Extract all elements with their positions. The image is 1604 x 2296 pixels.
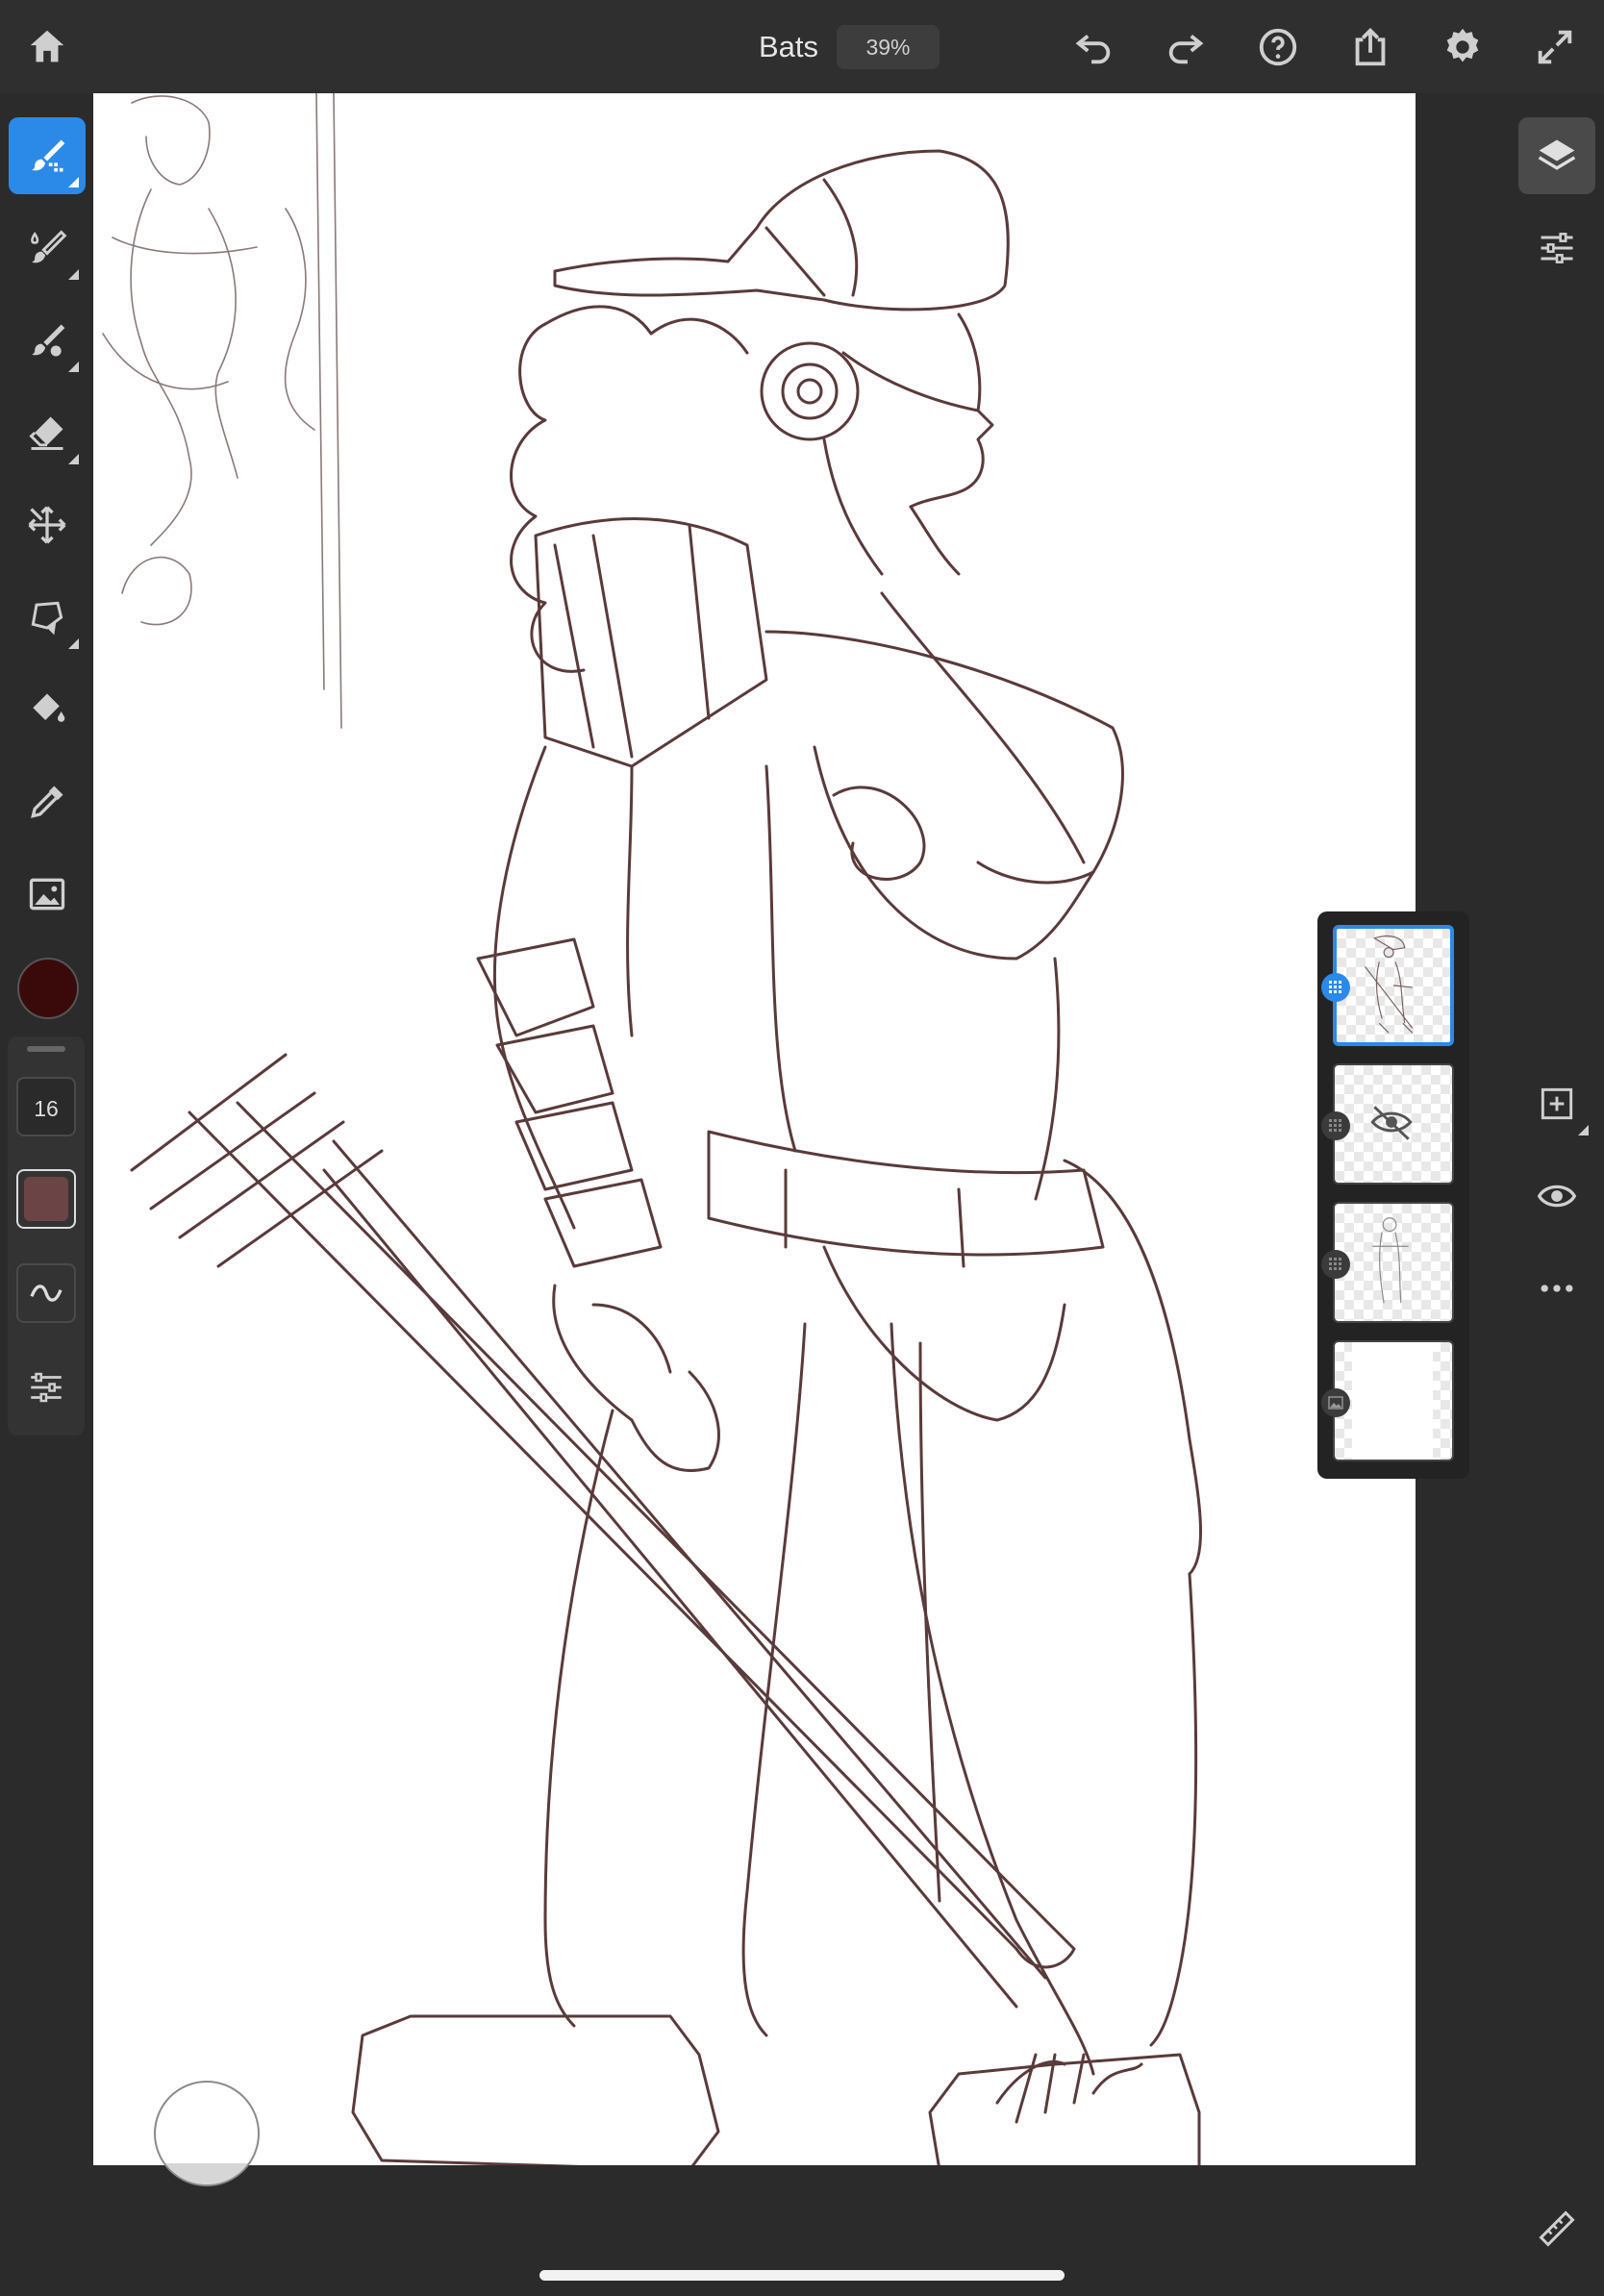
layers-panel	[1317, 911, 1469, 1479]
settings-icon[interactable]	[1433, 17, 1492, 77]
brush-controls-panel: 16	[8, 1036, 85, 1435]
hidden-layer-eye-icon	[1370, 1106, 1413, 1140]
transform-tool[interactable]	[9, 487, 86, 563]
brush-size-control[interactable]: 16	[16, 1077, 76, 1136]
document-title[interactable]: Bats	[731, 23, 846, 71]
layer-thumbnail-4[interactable]	[1333, 1340, 1454, 1461]
layer-preview	[1365, 936, 1414, 1034]
pixel-layer-icon	[1321, 973, 1350, 1002]
redo-icon[interactable]	[1156, 17, 1216, 77]
opacity-swatch	[24, 1177, 68, 1221]
more-options-button[interactable]	[1518, 1250, 1595, 1327]
eyedropper-tool[interactable]	[9, 763, 86, 840]
layer-thumbnail-3[interactable]	[1333, 1202, 1454, 1323]
live-brush-icon	[31, 230, 67, 263]
background-preview	[1352, 1342, 1433, 1460]
top-toolbar: Bats 39%	[0, 0, 1604, 93]
pixel-brush-tool[interactable]	[9, 117, 86, 194]
layer-properties-button[interactable]	[1518, 210, 1595, 287]
layers-icon	[1538, 139, 1576, 170]
image-icon	[29, 878, 65, 911]
help-icon[interactable]	[1248, 17, 1308, 77]
layer-properties-icon	[1541, 233, 1573, 263]
touch-shortcut[interactable]	[154, 2081, 260, 2186]
ruler-button[interactable]	[1518, 2190, 1595, 2267]
layers-button[interactable]	[1518, 117, 1595, 194]
live-brush-tool[interactable]	[9, 210, 86, 287]
fill-tool[interactable]	[9, 671, 86, 748]
home-icon[interactable]	[17, 17, 77, 77]
move-icon	[28, 506, 66, 544]
sketch-artwork	[102, 93, 1202, 2165]
selection-tool[interactable]	[9, 579, 86, 656]
zoom-level[interactable]: 39%	[837, 25, 940, 69]
brush-opacity-control[interactable]	[16, 1169, 76, 1229]
eraser-icon	[29, 416, 63, 450]
sliders-icon	[31, 1372, 62, 1403]
pixel-brush-icon	[31, 139, 65, 172]
eyedropper-icon	[31, 786, 63, 818]
layer-preview	[1372, 1217, 1409, 1304]
undo-icon[interactable]	[1064, 17, 1123, 77]
layer-thumbnail-2[interactable]	[1333, 1063, 1454, 1185]
home-indicator[interactable]	[539, 2270, 1065, 2281]
pixel-layer-icon	[1321, 1111, 1350, 1140]
mixer-brush-tool[interactable]	[9, 302, 86, 379]
ruler-icon	[1539, 2210, 1575, 2247]
pixel-layer-icon	[1321, 1250, 1350, 1279]
visibility-button[interactable]	[1518, 1158, 1595, 1235]
smoothing-wave-icon	[30, 1285, 63, 1302]
smoothing-control[interactable]	[16, 1263, 76, 1323]
fullscreen-icon[interactable]	[1525, 17, 1585, 77]
place-image-tool[interactable]	[9, 856, 86, 933]
lasso-select-icon	[31, 601, 63, 636]
more-icon	[1541, 1285, 1573, 1292]
color-picker[interactable]	[17, 958, 79, 1019]
eye-icon	[1537, 1185, 1577, 1208]
layer-thumbnail-1[interactable]	[1333, 925, 1454, 1046]
brush-settings-button[interactable]	[16, 1358, 76, 1417]
image-layer-icon	[1321, 1388, 1350, 1417]
add-layer-button[interactable]	[1518, 1065, 1595, 1142]
share-icon[interactable]	[1341, 17, 1400, 77]
mixer-brush-icon	[31, 324, 65, 357]
eraser-tool[interactable]	[9, 394, 86, 471]
paint-bucket-icon	[33, 693, 65, 722]
panel-grip[interactable]	[27, 1046, 65, 1052]
add-layer-icon	[1541, 1087, 1573, 1120]
drawing-canvas[interactable]	[93, 93, 1416, 2165]
